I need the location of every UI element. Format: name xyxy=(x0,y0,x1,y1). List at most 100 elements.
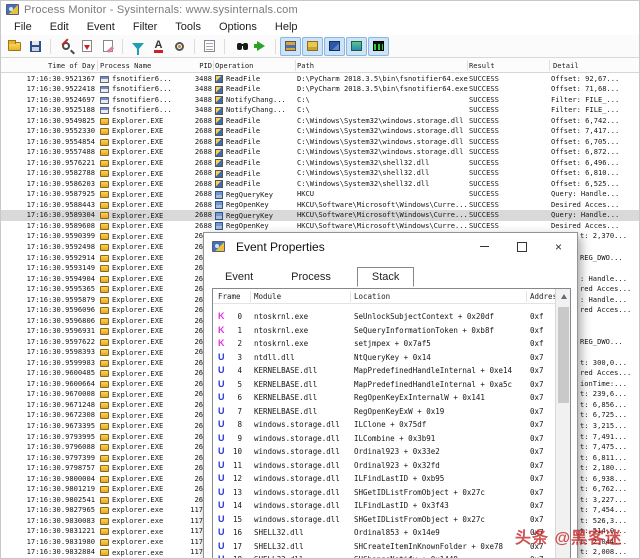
stack-column-location[interactable]: Location xyxy=(354,289,524,304)
column-detail[interactable]: Detail xyxy=(553,58,639,73)
stack-frame-row[interactable]: U 14 windows.storage.dll ILFindLastID + 0x3… xyxy=(213,499,556,513)
event-row[interactable]: 17:16:30.9524697 fsnotifier6... 3488 Notify… xyxy=(1,94,639,106)
show-registry-activity-toggle[interactable] xyxy=(280,36,301,56)
stack-frame-row[interactable]: U 9 windows.storage.dll ILCombine + 0x3b91 0… xyxy=(213,432,556,446)
scrollbar-thumb[interactable] xyxy=(558,307,569,403)
menu-options[interactable]: Options xyxy=(210,20,266,34)
folder-icon xyxy=(100,191,109,199)
stack-frame-row[interactable]: U 15 windows.storage.dll SHGetIDListFromObj… xyxy=(213,513,556,527)
minimize-button[interactable] xyxy=(466,233,503,260)
tab-event[interactable]: Event xyxy=(213,268,265,286)
tab-process[interactable]: Process xyxy=(279,268,343,286)
stack-frame-row[interactable]: U 17 SHELL32.dll SHCreateItemInKnownFolder … xyxy=(213,540,556,554)
save-button[interactable] xyxy=(25,37,46,56)
column-pid[interactable]: PID xyxy=(179,58,212,73)
event-row[interactable]: 17:16:30.9586203 Explorer.EXE 2688 ReadFile… xyxy=(1,179,639,190)
show-file-system-activity-toggle[interactable] xyxy=(302,36,323,56)
column-divider[interactable] xyxy=(467,60,468,71)
show-process-thread-activity-toggle[interactable] xyxy=(346,36,367,56)
stack-column-divider[interactable] xyxy=(526,291,527,302)
stack-frame-row[interactable]: U 7 KERNELBASE.dll RegOpenKeyExW + 0x19 0x7 xyxy=(213,405,556,419)
event-row[interactable]: 17:16:30.9525188 fsnotifier6... 3488 Notify… xyxy=(1,105,639,116)
location-cell: SeUnlockSubjectContext + 0x20df xyxy=(354,312,494,321)
jump-to-button[interactable] xyxy=(250,37,271,56)
column-process-name[interactable]: Process Name xyxy=(100,58,180,73)
stack-frame-row[interactable]: U 16 SHELL32.dll Ordinal853 + 0x14e9 0x7 xyxy=(213,526,556,540)
stack-frame-row[interactable]: U 6 KERNELBASE.dll RegOpenKeyExInternalW + … xyxy=(213,391,556,405)
process-tree-button[interactable] xyxy=(199,37,220,56)
menu-tools[interactable]: Tools xyxy=(166,20,210,34)
event-row[interactable]: 17:16:30.9552330 Explorer.EXE 2688 ReadFile… xyxy=(1,126,639,137)
show-network-activity-toggle[interactable] xyxy=(324,36,345,56)
event-row[interactable]: 17:16:30.9588443 Explorer.EXE 2688 RegOpenK… xyxy=(1,200,639,211)
menu-file[interactable]: File xyxy=(5,20,41,34)
filter-button[interactable] xyxy=(127,37,148,56)
module-cell: windows.storage.dll xyxy=(254,514,340,524)
stack-column-frame[interactable]: Frame xyxy=(218,289,250,304)
autoscroll-button[interactable] xyxy=(76,37,97,56)
stack-frame-row[interactable]: K 1 ntoskrnl.exe SeQueryInformationToken + … xyxy=(213,324,556,338)
stack-frame-row[interactable]: U 11 windows.storage.dll Ordinal923 + 0x32f… xyxy=(213,459,556,473)
column-path[interactable]: Path xyxy=(297,58,465,73)
column-time-of-day[interactable]: Time of Day xyxy=(1,58,95,73)
stack-frame-row[interactable]: U 8 windows.storage.dll ILClone + 0x75df 0x7 xyxy=(213,418,556,432)
column-divider[interactable] xyxy=(549,60,550,71)
folder-icon xyxy=(100,180,109,188)
stack-frame-row[interactable]: K 0 ntoskrnl.exe SeUnlockSubjectContext + 0… xyxy=(213,310,556,324)
stack-frame-row[interactable]: U 5 KERNELBASE.dll MapPredefinedHandleInter… xyxy=(213,378,556,392)
time-of-day-cell: 17:16:30.9596096 xyxy=(26,305,95,315)
stack-scrollbar[interactable] xyxy=(555,289,570,558)
event-row[interactable]: 17:16:30.9557488 Explorer.EXE 2688 ReadFile… xyxy=(1,147,639,158)
stack-frame-row[interactable]: U 13 windows.storage.dll SHGetIDListFromObj… xyxy=(213,486,556,500)
clear-button[interactable] xyxy=(97,37,118,56)
stack-frame-row[interactable]: U18 SHELL32.dllSHChangeNotify + 0x14490x7 xyxy=(213,553,556,558)
column-result[interactable]: Result xyxy=(469,58,541,73)
event-row[interactable]: 17:16:30.9554854 Explorer.EXE 2688 ReadFile… xyxy=(1,137,639,148)
event-row[interactable]: 17:16:30.9549825 Explorer.EXE 2688 ReadFile… xyxy=(1,116,639,127)
event-row[interactable]: 17:16:30.9589608 Explorer.EXE 2688 RegOpenK… xyxy=(1,221,639,232)
event-row[interactable]: 17:16:30.9589304 Explorer.EXE 2688 RegQuery… xyxy=(1,210,639,222)
frame-cell: U18 xyxy=(218,553,250,558)
stack-column-module[interactable]: Module xyxy=(254,289,348,304)
menu-help[interactable]: Help xyxy=(266,20,307,34)
scroll-up-arrow-icon[interactable] xyxy=(556,289,570,304)
stack-column-address[interactable]: Address xyxy=(530,289,556,304)
column-operation[interactable]: Operation xyxy=(215,58,293,73)
stack-frame-row[interactable]: U 10 windows.storage.dll Ordinal923 + 0x33e… xyxy=(213,445,556,459)
stack-frame-row[interactable]: U 4 KERNELBASE.dll MapPredefinedHandleInter… xyxy=(213,364,556,378)
menu-filter[interactable]: Filter xyxy=(124,20,166,34)
detail-cell: Filter: FILE_... xyxy=(551,94,620,104)
column-divider[interactable] xyxy=(97,60,98,71)
stack-frame-row[interactable]: U 3 ntdll.dll NtQueryKey + 0x14 0x7 xyxy=(213,351,556,365)
stack-column-divider[interactable] xyxy=(350,291,351,302)
stack-column-divider[interactable] xyxy=(250,291,251,302)
highlight-button[interactable]: A xyxy=(148,37,169,56)
maximize-button[interactable] xyxy=(503,233,540,260)
file-operation-icon xyxy=(215,169,223,178)
folder-icon xyxy=(100,486,109,494)
find-button[interactable] xyxy=(229,37,250,56)
result-cell: SUCCESS xyxy=(469,73,499,83)
close-button[interactable]: × xyxy=(540,233,577,260)
event-row[interactable]: 17:16:30.9522418 fsnotifier6... 3488 ReadFi… xyxy=(1,84,639,95)
open-button[interactable] xyxy=(4,37,25,56)
include-process-button[interactable] xyxy=(169,37,190,56)
time-of-day-cell: 17:16:30.9802541 xyxy=(26,494,95,504)
menu-edit[interactable]: Edit xyxy=(41,20,78,34)
pid-cell: 26 xyxy=(194,357,203,367)
event-row[interactable]: 17:16:30.9587925 Explorer.EXE 2688 RegQuery… xyxy=(1,189,639,200)
tab-stack[interactable]: Stack xyxy=(356,267,415,287)
capture-button[interactable] xyxy=(55,37,76,56)
column-divider[interactable] xyxy=(213,60,214,71)
show-profiling-events-toggle[interactable] xyxy=(368,36,389,56)
event-row[interactable]: 17:16:30.9576221 Explorer.EXE 2688 ReadFile… xyxy=(1,157,639,169)
address-cell: 0x7 xyxy=(530,501,544,510)
stack-frame-row[interactable]: U 12 windows.storage.dll ILFindLastID + 0xb… xyxy=(213,472,556,486)
stack-frame-row[interactable]: K 2 ntoskrnl.exe setjmpex + 0x7af5 0xf xyxy=(213,337,556,351)
file-operation-icon xyxy=(215,148,223,157)
column-divider[interactable] xyxy=(295,60,296,71)
result-cell: SUCCESS xyxy=(469,157,499,167)
event-row[interactable]: 17:16:30.9582788 Explorer.EXE 2688 ReadFile… xyxy=(1,168,639,179)
menu-event[interactable]: Event xyxy=(78,20,124,34)
event-row[interactable]: 17:16:30.9521367 fsnotifier6... 3488 ReadFi… xyxy=(1,73,639,85)
